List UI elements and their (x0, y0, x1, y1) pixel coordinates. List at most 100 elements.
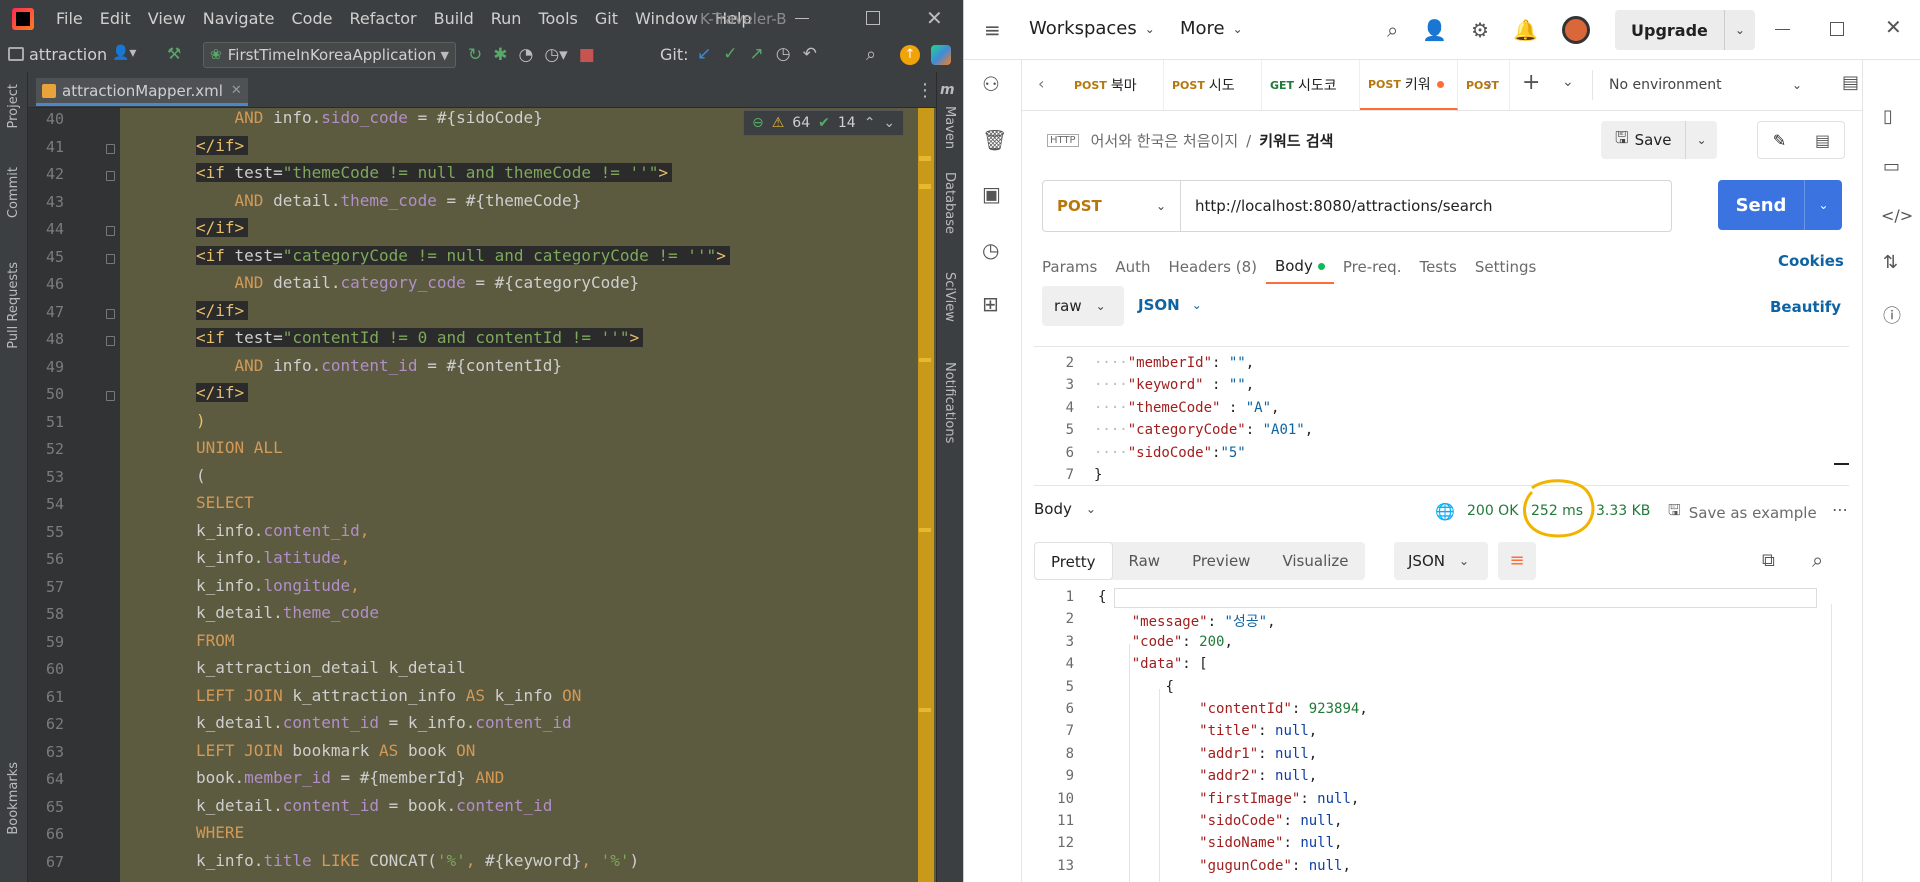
apis-icon[interactable]: ⊞ (982, 292, 999, 316)
run-config-select[interactable]: ❀ FirstTimeInKoreaApplication ▼ (203, 42, 456, 68)
beautify-link[interactable]: Beautify (1770, 298, 1841, 316)
upgrade-button[interactable]: Upgrade ⌄ (1615, 10, 1755, 50)
request-tab[interactable]: POST 키워 (1360, 60, 1458, 110)
tool-notifications[interactable]: Notifications (942, 362, 957, 443)
environment-select[interactable]: No environment ⌄ (1592, 70, 1802, 100)
user-dropdown-icon[interactable]: 👤▾ (112, 45, 136, 61)
close-icon[interactable]: ✕ (1885, 15, 1902, 39)
git-update-icon[interactable]: ↙ (697, 44, 711, 64)
req-tab-params[interactable]: Params (1042, 250, 1106, 284)
tab-list-icon[interactable]: ⌄ (1562, 74, 1574, 90)
fold-marker-icon[interactable] (106, 143, 115, 154)
menu-item-view[interactable]: View (148, 9, 186, 28)
response-body[interactable]: 1 2 3 4 5 6 7 8 9 10 11 12 13{ "message": "성공", "cod… (1034, 584, 1849, 882)
menu-item-git[interactable]: Git (595, 9, 618, 28)
menu-item-refactor[interactable]: Refactor (349, 9, 416, 28)
workspaces-menu[interactable]: Workspaces ⌄ (1029, 18, 1155, 39)
history-icon[interactable]: ◷ (982, 238, 999, 262)
request-body-editor[interactable]: 2 3 4 5 6 7 ····"memberId": "", ····"keyword" :… (1034, 346, 1849, 486)
req-tab-body[interactable]: Body (1265, 250, 1334, 284)
tab-attraction-mapper[interactable]: attractionMapper.xml ✕ (36, 78, 248, 106)
req-tab-settings[interactable]: Settings (1466, 250, 1546, 284)
request-tab[interactable]: POST (1458, 60, 1510, 110)
send-button[interactable]: Send ⌄ (1718, 180, 1842, 230)
bell-icon[interactable]: 🔔 (1513, 18, 1538, 42)
search-icon[interactable]: ⌕ (1387, 18, 1398, 42)
menu-icon[interactable]: ≡ (984, 18, 1001, 42)
tool-bookmarks[interactable]: Bookmarks (6, 762, 21, 835)
fold-marker-icon[interactable] (106, 226, 115, 236)
response-section-select[interactable]: Body ⌄ (1034, 500, 1096, 518)
menu-item-edit[interactable]: Edit (100, 9, 131, 28)
tool-project[interactable]: Project (6, 84, 21, 128)
close-tab-icon[interactable]: ✕ (231, 83, 242, 98)
next-tab-icon[interactable]: › (1486, 74, 1492, 93)
profile-icon[interactable]: ◷▾ (544, 45, 567, 65)
more-tabs-icon[interactable]: ⋮ (916, 80, 934, 101)
resp-tab-preview[interactable]: Preview (1176, 542, 1266, 580)
cookies-link[interactable]: Cookies (1778, 252, 1844, 270)
avatar[interactable] (1561, 16, 1590, 44)
update-icon[interactable]: ↑ (900, 45, 920, 65)
inspection-widget[interactable]: ⊖ ⚠ 64 ✔ 14 ⌃ ⌄ (743, 110, 905, 136)
env-quicklook-icon[interactable]: ▤ (1842, 72, 1859, 93)
tool-pull-requests[interactable]: Pull Requests (6, 262, 21, 349)
new-tab-icon[interactable]: + (1522, 70, 1540, 95)
tool-sciview[interactable]: SciView (942, 272, 957, 322)
response-status[interactable]: 200 OK (1467, 503, 1518, 519)
menu-item-run[interactable]: Run (491, 9, 522, 28)
git-push-icon[interactable]: ↗ (750, 44, 764, 64)
comment-icon[interactable]: ▤ (1801, 131, 1844, 150)
debug-icon[interactable]: ✱ (493, 45, 507, 65)
settings-gear-icon[interactable]: ⚙ (1471, 18, 1489, 42)
edit-pencil-icon[interactable]: ✎ (1758, 131, 1801, 150)
toolbox-icon[interactable] (931, 45, 951, 65)
copy-icon[interactable]: ⧉ (1762, 550, 1775, 571)
project-name[interactable]: attraction (29, 45, 107, 64)
save-button[interactable]: 🖫 Save ⌄ (1601, 121, 1717, 159)
more-options-icon[interactable]: ⋯ (1832, 500, 1848, 519)
menu-item-window[interactable]: Window (635, 9, 698, 28)
search-icon[interactable]: ⌕ (1812, 548, 1823, 572)
body-lang-select[interactable]: JSON ⌄ (1138, 296, 1202, 314)
request-title[interactable]: 키워드 검색 (1259, 130, 1333, 151)
more-menu[interactable]: More ⌄ (1180, 18, 1243, 39)
breadcrumb-collection[interactable]: 어서와 한국은 처음이지 (1091, 130, 1239, 151)
prev-highlight-icon[interactable]: ⌃ (864, 115, 876, 131)
wrap-lines-icon[interactable]: ≡ (1498, 542, 1536, 580)
menu-item-navigate[interactable]: Navigate (203, 9, 275, 28)
stop-icon[interactable]: ■ (579, 45, 595, 65)
menu-item-file[interactable]: File (56, 9, 83, 28)
tool-maven[interactable]: Maven (942, 106, 957, 149)
req-tab-pre-req[interactable]: Pre-req. (1334, 250, 1411, 284)
search-icon[interactable]: ⌕ (866, 44, 876, 65)
body-mode-select[interactable]: raw ⌄ (1042, 286, 1124, 326)
invite-user-icon[interactable]: 👤 (1422, 18, 1447, 42)
fold-marker-icon[interactable] (106, 171, 115, 181)
fold-marker-icon[interactable] (106, 308, 115, 319)
resp-tab-pretty[interactable]: Pretty (1034, 542, 1113, 580)
rollback-icon[interactable]: ↶ (803, 44, 817, 64)
maximize-icon[interactable] (866, 11, 880, 25)
resp-tab-raw[interactable]: Raw (1113, 542, 1177, 580)
maximize-icon[interactable] (1830, 22, 1844, 36)
intellij-logo-icon[interactable] (12, 8, 34, 30)
chevron-down-icon[interactable]: ⌄ (1804, 180, 1842, 230)
code-snippet-icon[interactable]: </> (1881, 206, 1913, 225)
editor-scrollbar[interactable] (916, 108, 936, 882)
menu-item-code[interactable]: Code (292, 9, 333, 28)
request-tab[interactable]: POST 북마 (1066, 60, 1164, 110)
req-tab-auth[interactable]: Auth (1106, 250, 1159, 284)
user-icon[interactable]: ⚇ (982, 72, 1000, 96)
save-as-example-button[interactable]: 🖫 Save as example (1668, 500, 1817, 525)
fold-marker-icon[interactable] (106, 391, 115, 401)
collections-icon[interactable]: ▣ (982, 182, 1001, 206)
chevron-down-icon[interactable]: ⌄ (1723, 10, 1755, 50)
url-input[interactable]: http://localhost:8080/attractions/search (1181, 197, 1493, 215)
minimize-icon[interactable] (1775, 29, 1790, 30)
response-format-select[interactable]: JSON ⌄ (1394, 542, 1488, 580)
tool-commit[interactable]: Commit (6, 167, 21, 218)
minimize-icon[interactable] (795, 18, 809, 19)
git-commit-icon[interactable]: ✓ (723, 44, 737, 64)
request-tab[interactable]: POST 시도 (1164, 60, 1262, 110)
